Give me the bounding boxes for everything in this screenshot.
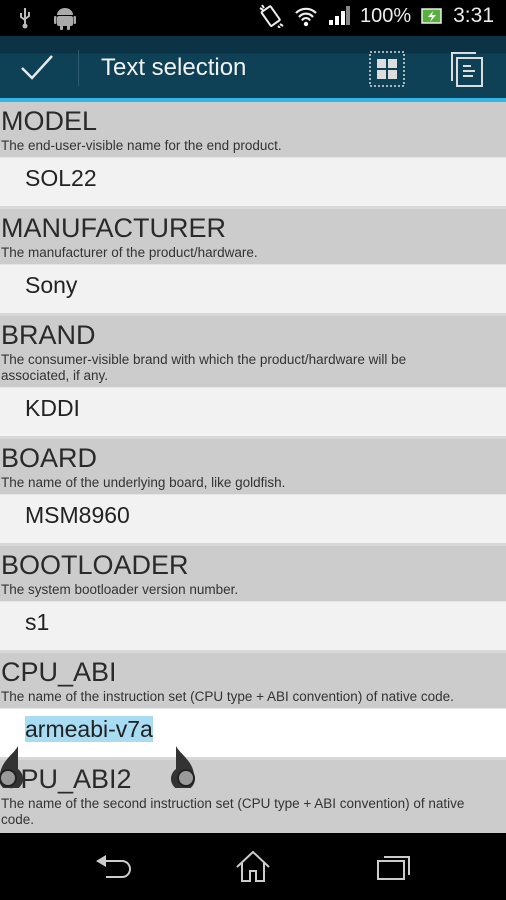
checkmark-icon[interactable] bbox=[18, 50, 56, 84]
build-info-list[interactable]: MODEL The end-user-visible name for the e… bbox=[0, 102, 506, 833]
item-name: BOARD bbox=[1, 443, 98, 473]
recents-icon[interactable] bbox=[374, 849, 414, 885]
home-icon[interactable] bbox=[233, 849, 273, 885]
item-description: The manufacturer of the product/hardware… bbox=[1, 245, 258, 260]
wifi-icon bbox=[295, 7, 317, 27]
vibrate-icon bbox=[259, 4, 284, 28]
item-value[interactable]: KDDI bbox=[0, 387, 506, 439]
battery-percent: 100% bbox=[359, 4, 412, 27]
list-item-cpu-abi2: CPU_ABI2 The name of the second instructi… bbox=[0, 760, 506, 831]
list-item-bootloader: BOOTLOADER The system bootloader version … bbox=[0, 546, 506, 653]
selection-start-handle[interactable] bbox=[0, 744, 32, 788]
action-bar: Text selection bbox=[0, 36, 506, 102]
list-item-cpu-abi: CPU_ABI The name of the instruction set (… bbox=[0, 653, 506, 760]
item-value[interactable]: SOL22 bbox=[0, 157, 506, 209]
list-item-model: MODEL The end-user-visible name for the e… bbox=[0, 102, 506, 209]
selected-text[interactable]: armeabi-v7a bbox=[25, 716, 153, 742]
back-icon[interactable] bbox=[94, 849, 134, 885]
list-item-manufacturer: MANUFACTURER The manufacturer of the prod… bbox=[0, 209, 506, 316]
item-description: The name of the second instruction set (… bbox=[1, 796, 465, 827]
item-value[interactable]: s1 bbox=[0, 601, 506, 653]
android-debug-icon bbox=[54, 8, 76, 30]
action-bar-divider bbox=[78, 50, 79, 86]
status-bar: 100% 3:31 bbox=[0, 0, 506, 36]
item-value[interactable]: armeabi-v7a bbox=[0, 708, 506, 760]
item-description: The end-user-visible name for the end pr… bbox=[1, 138, 282, 153]
usb-icon bbox=[20, 8, 30, 29]
item-name: BOOTLOADER bbox=[1, 550, 189, 580]
signal-icon bbox=[328, 6, 350, 25]
action-bar-title: Text selection bbox=[101, 54, 247, 81]
list-item-board: BOARD The name of the underlying board, l… bbox=[0, 439, 506, 546]
navigation-bar bbox=[0, 833, 506, 900]
item-name: MODEL bbox=[1, 106, 98, 136]
item-name: BRAND bbox=[1, 320, 96, 350]
item-description: The name of the instruction set (CPU typ… bbox=[1, 689, 454, 704]
item-value[interactable]: Sony bbox=[0, 264, 506, 316]
item-description: The system bootloader version number. bbox=[1, 582, 239, 597]
select-all-icon[interactable] bbox=[369, 51, 405, 87]
item-name: CPU_ABI2 bbox=[1, 764, 132, 794]
list-item-brand: BRAND The consumer-visible brand with whi… bbox=[0, 316, 506, 439]
item-description: The name of the underlying board, like g… bbox=[1, 475, 286, 490]
item-description: The consumer-visible brand with which th… bbox=[1, 352, 407, 383]
battery-charging-icon bbox=[421, 8, 442, 24]
item-value[interactable]: MSM8960 bbox=[0, 494, 506, 546]
selection-end-handle[interactable] bbox=[166, 744, 206, 788]
item-name: CPU_ABI bbox=[1, 657, 117, 687]
copy-icon[interactable] bbox=[450, 51, 484, 87]
clock: 3:31 bbox=[453, 4, 494, 27]
item-name: MANUFACTURER bbox=[1, 213, 227, 243]
